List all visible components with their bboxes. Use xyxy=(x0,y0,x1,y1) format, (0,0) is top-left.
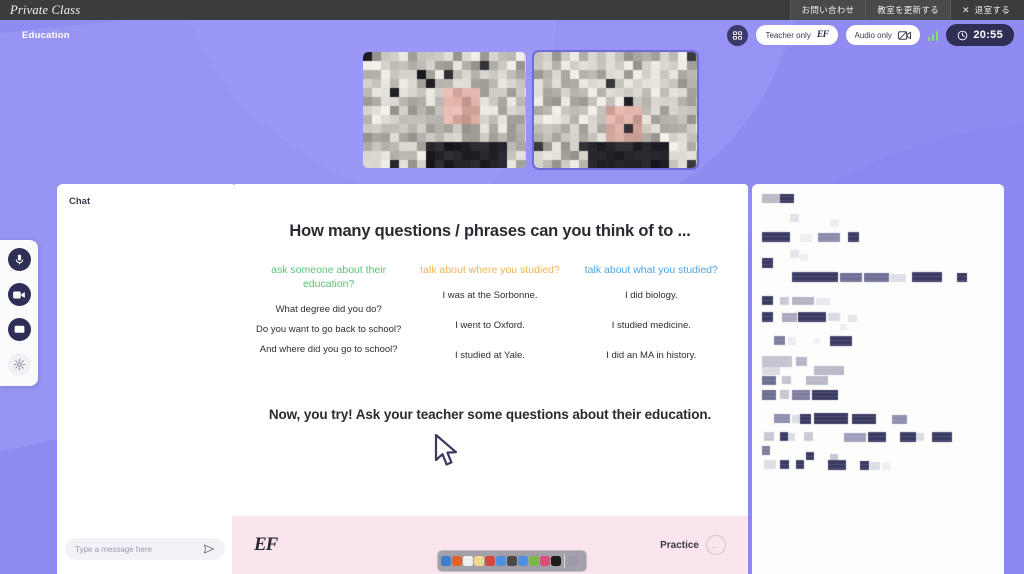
signal-strength-icon xyxy=(927,30,939,41)
camera-button[interactable] xyxy=(7,283,31,306)
leave-room-label: 退室する xyxy=(974,5,1010,15)
chat-input-row[interactable] xyxy=(65,538,225,560)
macos-dock[interactable] xyxy=(437,550,587,572)
teacher-only-label: Teacher only xyxy=(765,30,811,40)
column-item: I studied medicine. xyxy=(611,320,691,331)
window-title: Private Class xyxy=(10,2,81,17)
dock-app-icon[interactable] xyxy=(496,556,506,566)
video-tile-student[interactable] xyxy=(532,50,699,170)
dock-app-icon[interactable] xyxy=(463,556,473,566)
column-item: I went to Oxford. xyxy=(455,320,525,331)
slide-call-to-action: Now, you try! Ask your teacher some ques… xyxy=(268,407,712,422)
chat-panel-title: Chat xyxy=(69,196,91,207)
slide-columns: ask someone about their education? What … xyxy=(248,263,732,379)
chat-panel: Chat xyxy=(57,184,233,574)
dock-app-icon[interactable] xyxy=(551,556,561,566)
clock-icon xyxy=(958,30,968,40)
microphone-icon xyxy=(15,254,23,265)
audio-only-toggle[interactable]: Audio only xyxy=(845,25,920,45)
column-items: What degree did you do? Do you want to g… xyxy=(248,303,409,356)
title-bar-spacer xyxy=(80,0,789,20)
session-timer: 20:55 xyxy=(946,24,1014,46)
chat-message-input[interactable] xyxy=(75,544,203,554)
ef-logo-icon: EF xyxy=(816,30,829,40)
more-options-icon[interactable]: … xyxy=(706,535,726,555)
classroom-app: Private Class お問い合わせ 教室を更新する ✕ 退室する Educ… xyxy=(0,0,1024,574)
column-item: I studied at Yale. xyxy=(455,350,525,361)
dock-app-icon[interactable] xyxy=(540,556,550,566)
settings-button[interactable] xyxy=(7,353,31,376)
chat-toggle-button[interactable] xyxy=(7,318,31,341)
dock-app-icon[interactable] xyxy=(452,556,462,566)
microphone-button[interactable] xyxy=(7,248,31,271)
column-item: I was at the Sorbonne. xyxy=(442,290,538,301)
ef-logo-icon: EF xyxy=(254,534,278,555)
media-controls-rail xyxy=(0,240,38,386)
column-items: I was at the Sorbonne. I went to Oxford.… xyxy=(409,289,570,362)
column-items: I did biology. I studied medicine. I did… xyxy=(571,289,732,362)
audio-only-label: Audio only xyxy=(854,30,892,40)
lesson-slide[interactable]: How many questions / phrases can you thi… xyxy=(232,184,748,574)
timer-value: 20:55 xyxy=(973,29,1003,41)
participants-grid-button[interactable] xyxy=(727,24,749,46)
dock-app-icon[interactable] xyxy=(507,556,517,566)
teacher-only-toggle[interactable]: Teacher only EF xyxy=(756,25,838,45)
slide-footer-right: Practice … xyxy=(660,535,726,555)
column-heading: ask someone about their education? xyxy=(271,264,387,290)
dock-app-icon[interactable] xyxy=(441,556,451,566)
column-item: What degree did you do? xyxy=(275,304,382,315)
slide-title: How many questions / phrases can you thi… xyxy=(289,222,691,240)
chat-bubble-icon xyxy=(14,325,24,333)
video-tiles xyxy=(363,50,699,170)
dock-app-icon[interactable] xyxy=(485,556,495,566)
column-item: Do you want to go back to school? xyxy=(256,324,402,335)
gear-icon xyxy=(13,358,25,371)
participants-grid-icon xyxy=(733,30,743,40)
dock-separator xyxy=(564,554,565,568)
column-item: And where did you go to school? xyxy=(259,344,398,355)
contact-button[interactable]: お問い合わせ xyxy=(789,0,866,20)
column-item: I did biology. xyxy=(625,290,678,301)
leave-room-button[interactable]: ✕ 退室する xyxy=(949,0,1024,20)
video-off-icon xyxy=(897,30,911,40)
slide-column: talk about what you studied? I did biolo… xyxy=(571,263,732,379)
column-heading: talk about what you studied? xyxy=(584,264,718,276)
column-heading: talk about where you studied? xyxy=(420,264,560,276)
slide-section-label: Practice xyxy=(660,539,699,551)
window-title-bar: Private Class お問い合わせ 教室を更新する ✕ 退室する xyxy=(0,0,1024,20)
dock-app-icon[interactable] xyxy=(518,556,528,566)
slide-column: talk about where you studied? I was at t… xyxy=(409,263,570,379)
header-controls: Teacher only EF Audio only 20:55 xyxy=(727,24,1014,46)
refresh-classroom-button[interactable]: 教室を更新する xyxy=(865,0,950,20)
chat-input-container xyxy=(57,538,233,574)
dock-trash-icon[interactable] xyxy=(568,556,578,566)
lesson-notes-panel[interactable] xyxy=(752,184,1004,574)
column-item: I did an MA in history. xyxy=(606,350,697,361)
dock-app-icon[interactable] xyxy=(474,556,484,566)
slide-content: How many questions / phrases can you thi… xyxy=(232,184,748,516)
dock-app-icon[interactable] xyxy=(529,556,539,566)
chat-message-list[interactable] xyxy=(57,207,233,538)
video-camera-icon xyxy=(13,291,25,298)
close-icon: ✕ xyxy=(961,4,970,15)
video-tile-teacher[interactable] xyxy=(363,52,526,168)
slide-column: ask someone about their education? What … xyxy=(248,263,409,379)
course-label: Education xyxy=(22,30,70,41)
send-paper-plane-icon[interactable] xyxy=(203,543,215,555)
